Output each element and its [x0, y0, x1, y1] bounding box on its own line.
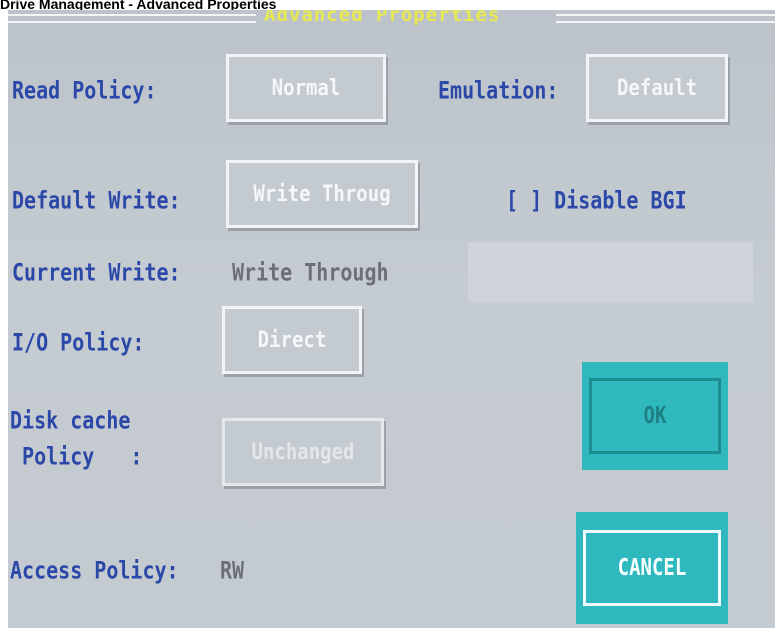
dialog-title: Advanced Properties: [264, 10, 501, 26]
emulation-value: Default: [616, 75, 698, 101]
disk-cache-policy-button[interactable]: Unchanged: [222, 418, 384, 486]
ok-button[interactable]: OK: [582, 362, 728, 470]
advanced-properties-dialog: Advanced Properties Read Policy: Normal …: [8, 10, 775, 628]
default-write-button[interactable]: Write Throug: [226, 160, 418, 228]
frame-top-border-right: [556, 14, 775, 23]
cancel-button[interactable]: CANCEL: [576, 512, 728, 624]
ok-button-face: OK: [589, 378, 721, 454]
current-write-label: Current Write:: [12, 258, 181, 287]
access-policy-label: Access Policy:: [10, 556, 179, 585]
emulation-label: Emulation:: [438, 76, 559, 105]
disable-bgi-checkbox[interactable]: [ ] Disable BGI: [506, 186, 687, 214]
read-policy-label: Read Policy:: [12, 76, 157, 105]
read-policy-value: Normal: [271, 75, 341, 101]
access-policy-value: RW: [220, 556, 245, 585]
disk-cache-policy-value: Unchanged: [251, 439, 355, 465]
io-policy-button[interactable]: Direct: [222, 306, 362, 374]
disk-cache-label-line1: Disk cache: [10, 406, 131, 435]
cancel-button-label: CANCEL: [617, 554, 687, 582]
ok-button-label: OK: [643, 402, 667, 430]
bgi-status-panel: [468, 242, 753, 302]
io-policy-value: Direct: [257, 327, 327, 353]
read-policy-button[interactable]: Normal: [226, 54, 386, 122]
current-write-value: Write Through: [232, 258, 389, 287]
emulation-button[interactable]: Default: [586, 54, 728, 122]
frame-top-border-left: [8, 14, 256, 23]
default-write-value: Write Throug: [253, 181, 391, 207]
disk-cache-label-line2: Policy :: [10, 442, 143, 471]
default-write-label: Default Write:: [12, 186, 181, 215]
cancel-button-face: CANCEL: [583, 530, 721, 606]
io-policy-label: I/O Policy:: [12, 328, 145, 357]
